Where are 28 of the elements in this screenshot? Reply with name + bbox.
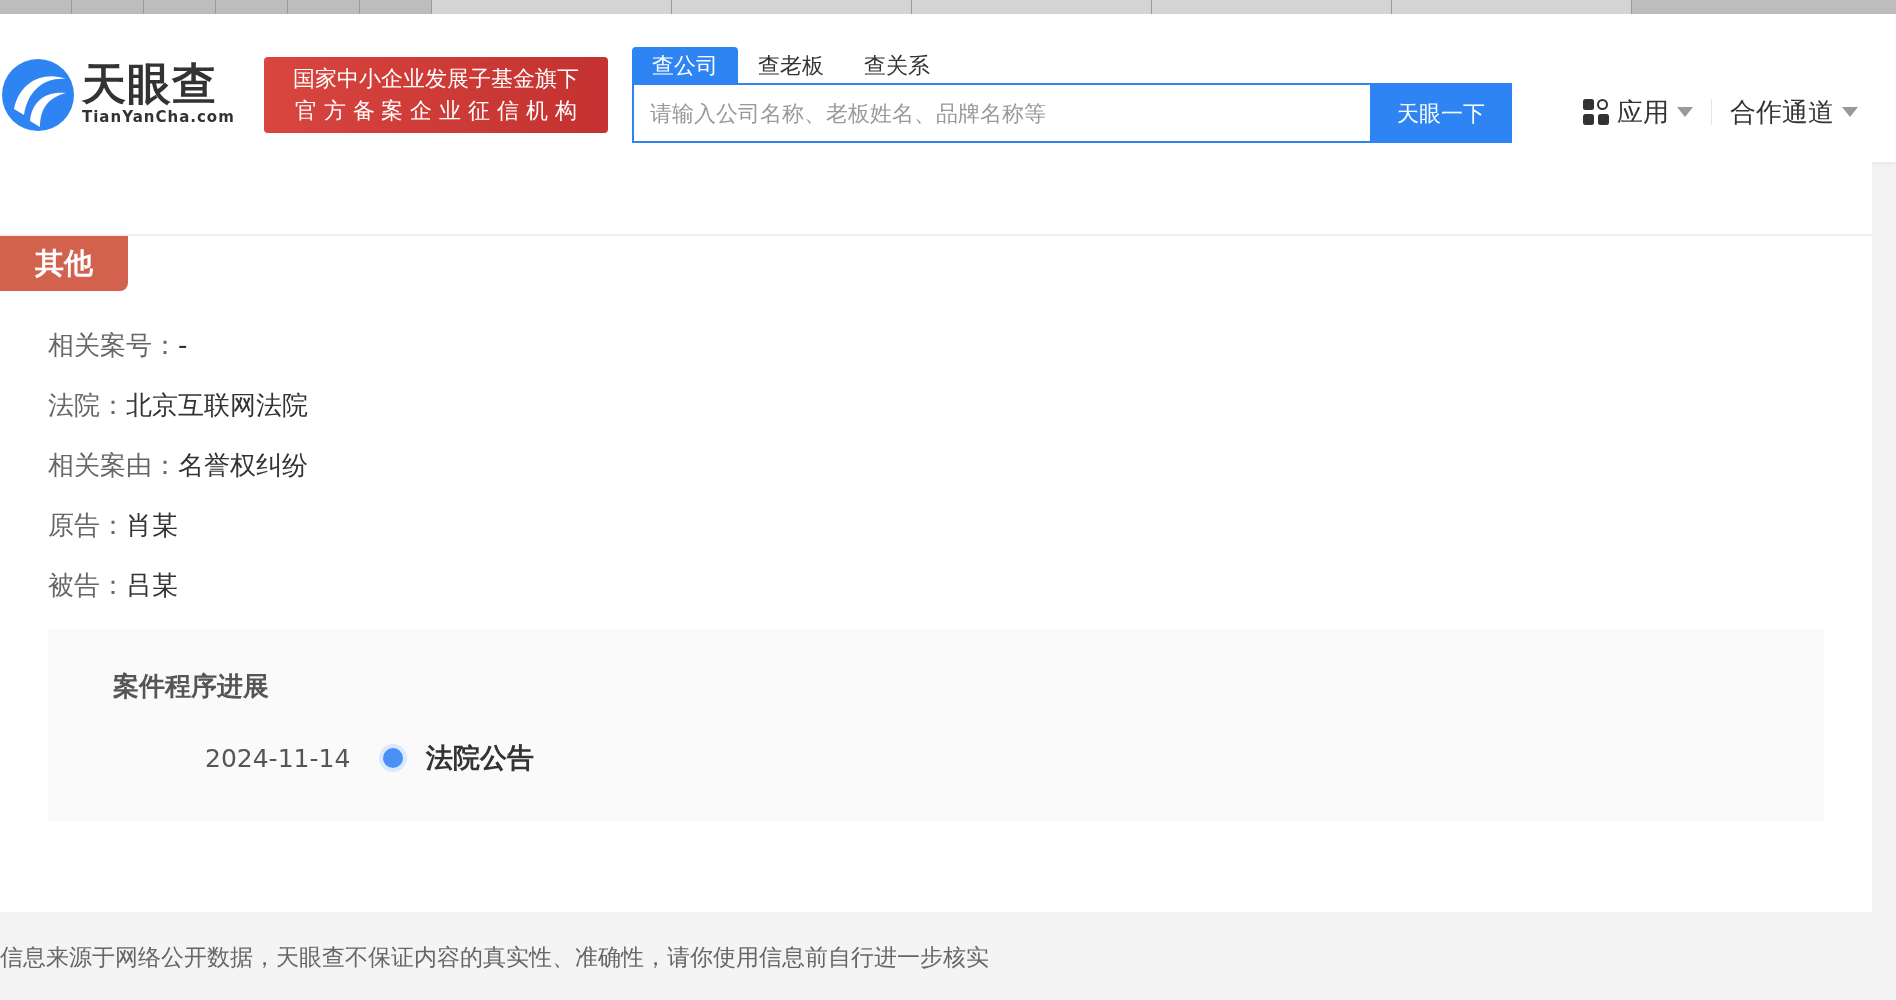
field-label: 相关案号：	[48, 330, 178, 360]
certification-banner: 国家中小企业发展子基金旗下 官 方 备 案 企 业 征 信 机 构	[264, 57, 608, 133]
field-value: 北京互联网法院	[126, 390, 308, 420]
section-tag: 其他	[0, 236, 128, 291]
field-label: 相关案由：	[48, 450, 178, 480]
caret-icon	[1842, 107, 1858, 117]
event-title: 法院公告	[426, 741, 534, 775]
search-tab[interactable]: 查老板	[738, 47, 844, 83]
search-tab[interactable]: 查公司	[632, 47, 738, 83]
disclaimer-text: 信息来源于网络公开数据，天眼查不保证内容的真实性、准确性，请你使用信息前自行进一步核实	[0, 943, 990, 972]
search-button[interactable]: 天眼一下	[1370, 83, 1512, 143]
nav-menu-item[interactable]: 应用	[1565, 92, 1711, 132]
field-value: 肖某	[126, 510, 178, 540]
nav-menu-item[interactable]: 合作通道	[1712, 92, 1876, 132]
field-label: 法院：	[48, 390, 126, 420]
field-value: -	[178, 330, 188, 360]
apps-grid-icon	[1583, 99, 1609, 125]
logo-text: 天眼查	[82, 61, 218, 106]
event-date: 2024-11-14	[205, 742, 352, 775]
field-label: 被告：	[48, 570, 126, 600]
progress-title: 案件程序进展	[113, 670, 270, 703]
field-value: 名誉权纠纷	[178, 450, 308, 480]
logo-domain: TianYanCha.com	[82, 106, 235, 128]
timeline-dot-icon	[383, 748, 403, 769]
field-value: 吕某	[126, 570, 178, 600]
field-label: 原告：	[48, 510, 126, 540]
search-tab[interactable]: 查关系	[844, 47, 950, 83]
caret-icon	[1677, 107, 1693, 117]
